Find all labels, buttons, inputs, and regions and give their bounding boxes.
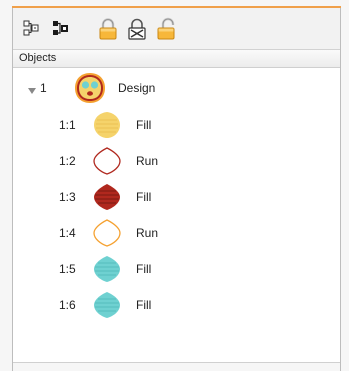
ungroup-objects-icon[interactable] (21, 17, 45, 41)
object-type-label: Fill (136, 190, 152, 204)
lock-icon[interactable] (96, 17, 120, 41)
object-row[interactable]: 1:6 Fill (13, 287, 340, 323)
disclosure-triangle-icon[interactable] (27, 83, 37, 94)
object-index: 1:6 (59, 298, 76, 312)
object-type-label: Run (136, 226, 159, 240)
objects-panel: Objects 1 Design 1:1 Fill 1:2 Run 1:3 Fi… (13, 50, 340, 363)
object-row[interactable]: 1:3 Fill (13, 179, 340, 215)
object-type-label: Fill (136, 262, 152, 276)
design-row[interactable]: 1 Design (13, 70, 340, 106)
object-index: 1:4 (59, 226, 76, 240)
group-objects-icon[interactable] (50, 17, 74, 41)
object-index: 1:5 (59, 262, 76, 276)
design-index: 1 (40, 81, 47, 95)
panel-right-border (340, 8, 341, 371)
object-type-label: Fill (136, 298, 152, 312)
object-row[interactable]: 1:2 Run (13, 143, 340, 179)
object-row[interactable]: 1:5 Fill (13, 251, 340, 287)
object-index: 1:2 (59, 154, 76, 168)
design-label: Design (118, 81, 156, 95)
lock-disabled-icon[interactable] (125, 17, 149, 41)
object-type-label: Fill (136, 118, 152, 132)
red-fill-thumbnail-icon (92, 182, 122, 212)
panel-bottom-border (13, 362, 340, 363)
yellow-fill-thumbnail-icon (92, 110, 122, 140)
object-type-label: Run (136, 154, 159, 168)
red-outline-thumbnail-icon (92, 146, 122, 176)
object-index: 1:3 (59, 190, 76, 204)
object-row[interactable]: 1:1 Fill (13, 107, 340, 143)
objects-header: Objects (13, 50, 340, 68)
object-index: 1:1 (59, 118, 76, 132)
cyan-fill-thumbnail-icon (92, 254, 122, 284)
objects-toolbar (13, 8, 340, 50)
cyan-fill-thumbnail-icon (92, 290, 122, 320)
design-thumbnail-icon (73, 71, 107, 105)
object-row[interactable]: 1:4 Run (13, 215, 340, 251)
orange-outline-thumbnail-icon (92, 218, 122, 248)
unlock-icon[interactable] (154, 17, 178, 41)
